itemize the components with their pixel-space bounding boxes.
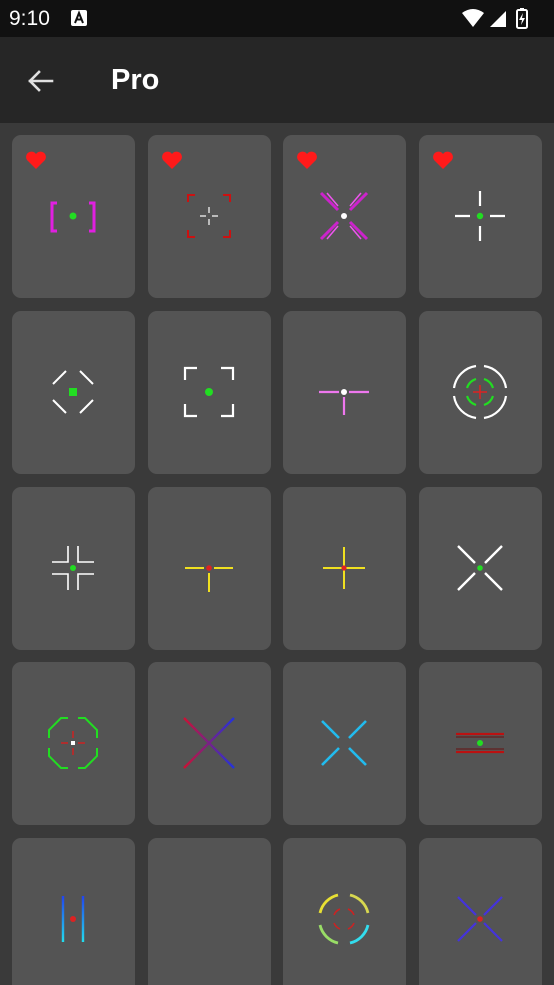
crosshair-tile[interactable] xyxy=(283,487,406,650)
crosshair-x-white-icon xyxy=(457,545,503,591)
crosshair-corner-ticks-white-icon xyxy=(52,546,94,590)
crosshair-octagon-green-icon xyxy=(48,717,98,769)
app-bar: Pro xyxy=(0,37,554,123)
crosshair-tile[interactable] xyxy=(148,838,271,985)
crosshair-x-magenta-icon xyxy=(319,191,369,241)
crosshair-tile[interactable] xyxy=(12,838,135,985)
crosshair-diagonal-white-green-icon xyxy=(52,370,94,414)
crosshair-tile[interactable] xyxy=(419,487,542,650)
crosshair-corners-red-icon xyxy=(187,194,231,238)
crosshair-tile[interactable] xyxy=(12,662,135,825)
crosshair-plus-yellow-icon xyxy=(323,547,365,589)
crosshair-circle-white-green-icon xyxy=(452,364,508,420)
crosshair-grid xyxy=(12,135,542,985)
status-time: 9:10 xyxy=(9,7,50,30)
crosshair-plus-white-icon xyxy=(455,191,505,241)
crosshair-tile[interactable] xyxy=(148,311,271,474)
crosshair-tile[interactable] xyxy=(283,135,406,298)
crosshair-tile[interactable] xyxy=(419,838,542,985)
crosshair-x-cyan-icon xyxy=(321,720,367,766)
crosshair-lines-red-icon xyxy=(456,732,504,754)
crosshair-tile[interactable] xyxy=(419,311,542,474)
crosshair-tile[interactable] xyxy=(283,838,406,985)
notification-a-icon xyxy=(71,10,87,26)
crosshair-tile[interactable] xyxy=(419,135,542,298)
crosshair-t-pink-icon xyxy=(319,389,369,415)
status-icons xyxy=(462,8,528,29)
crosshair-tile[interactable] xyxy=(12,311,135,474)
heart-icon[interactable] xyxy=(296,150,318,170)
crosshair-plus-blue-cyan-icon xyxy=(184,894,234,944)
wifi-icon xyxy=(462,9,484,27)
status-bar: 9:10 xyxy=(0,0,554,37)
signal-icon xyxy=(490,11,506,27)
heart-icon[interactable] xyxy=(432,150,454,170)
page-title: Pro xyxy=(111,64,160,96)
heart-icon[interactable] xyxy=(161,150,183,170)
battery-charging-icon xyxy=(516,8,528,29)
crosshair-circle-yellow-cyan-icon xyxy=(318,893,370,945)
crosshair-tile[interactable] xyxy=(148,135,271,298)
back-arrow-icon[interactable] xyxy=(20,59,64,103)
crosshair-tile[interactable] xyxy=(283,311,406,474)
crosshair-tile[interactable] xyxy=(419,662,542,825)
crosshair-square-corners-white-icon xyxy=(183,366,235,418)
crosshair-tile[interactable] xyxy=(12,135,135,298)
crosshair-tile[interactable] xyxy=(12,487,135,650)
crosshair-tile[interactable] xyxy=(283,662,406,825)
crosshair-tile[interactable] xyxy=(148,487,271,650)
crosshair-tile[interactable] xyxy=(148,662,271,825)
crosshair-x-gradient-red-blue-icon xyxy=(183,717,235,769)
heart-icon[interactable] xyxy=(25,150,47,170)
crosshair-x-blue-purple-icon xyxy=(457,896,503,942)
crosshair-bars-blue-cyan-icon xyxy=(61,896,85,942)
crosshair-t-yellow-icon xyxy=(185,565,233,592)
crosshair-bracket-magenta-icon xyxy=(50,201,96,233)
